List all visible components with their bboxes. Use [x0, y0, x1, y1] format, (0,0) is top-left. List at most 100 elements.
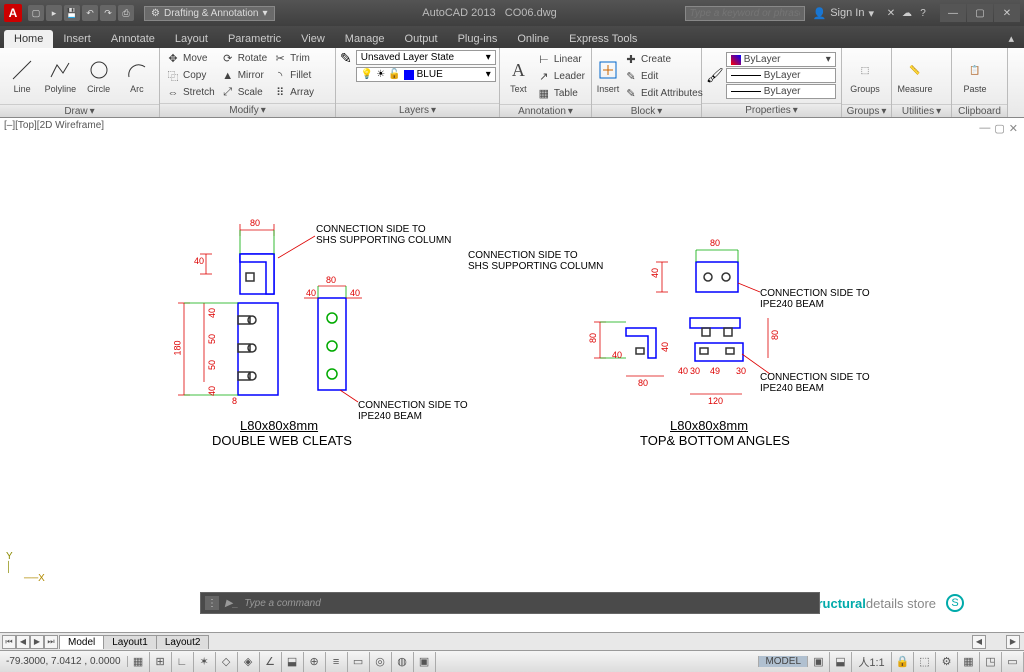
command-line[interactable]: ⋮ ▶_ Type a command: [200, 592, 820, 614]
tab-online[interactable]: Online: [507, 30, 559, 48]
trim-button[interactable]: ✂Trim: [271, 51, 316, 67]
measure-button[interactable]: 📏Measure: [896, 50, 934, 102]
edit-attr-icon: ✎: [624, 86, 638, 100]
layout-nav: ⏮ ◀ ▶ ⏭: [2, 635, 58, 649]
tab-plugins[interactable]: Plug-ins: [448, 30, 508, 48]
color-dropdown[interactable]: ByLayer▾: [726, 52, 836, 67]
tab-annotate[interactable]: Annotate: [101, 30, 165, 48]
tab-layout[interactable]: Layout: [165, 30, 218, 48]
tab-output[interactable]: Output: [395, 30, 448, 48]
qat-redo-icon[interactable]: ↷: [100, 5, 116, 21]
leader-button[interactable]: ↗Leader: [535, 68, 587, 84]
help-search-input[interactable]: [685, 6, 805, 21]
layer-dropdown[interactable]: 💡☀🔓BLUE▾: [356, 67, 496, 82]
fillet-button[interactable]: ◝Fillet: [271, 68, 316, 84]
edit-attributes-button[interactable]: ✎Edit Attributes: [622, 85, 705, 101]
qat-open-icon[interactable]: ▸: [46, 5, 62, 21]
tab-manage[interactable]: Manage: [335, 30, 395, 48]
qat-save-icon[interactable]: 💾: [64, 5, 80, 21]
nav-next-icon[interactable]: ▶: [30, 635, 44, 649]
match-properties-icon[interactable]: 🖌: [706, 67, 724, 84]
workspace-label: Drafting & Annotation: [164, 8, 259, 19]
table-button[interactable]: ▦Table: [535, 85, 587, 101]
layer-state-dropdown[interactable]: Unsaved Layer State▾: [356, 50, 496, 65]
edit-icon: ✎: [624, 69, 638, 83]
dim-text: 40: [207, 308, 217, 318]
app-logo[interactable]: A: [4, 4, 22, 22]
copy-button[interactable]: ⿻Copy: [164, 68, 217, 84]
group-button[interactable]: ⬚Groups: [846, 50, 884, 102]
close-button[interactable]: ✕: [994, 4, 1020, 22]
create-block-button[interactable]: ✚Create: [622, 51, 705, 67]
move-button[interactable]: ✥Move: [164, 51, 217, 67]
array-button[interactable]: ⠿Array: [271, 85, 316, 101]
insert-button[interactable]: Insert: [596, 50, 620, 102]
text-button[interactable]: AText: [504, 50, 533, 102]
maximize-button[interactable]: ▢: [967, 4, 993, 22]
tab-express[interactable]: Express Tools: [559, 30, 647, 48]
panel-title-layers[interactable]: Layers ▾: [336, 103, 499, 117]
dim-text: 80: [588, 333, 598, 343]
tab-home[interactable]: Home: [4, 30, 53, 48]
help-icon[interactable]: ?: [916, 6, 930, 20]
nav-last-icon[interactable]: ⏭: [44, 635, 58, 649]
rotate-icon: ⟳: [221, 52, 235, 66]
circle-button[interactable]: Circle: [81, 50, 117, 102]
note-text: CONNECTION SIDE TOSHS SUPPORTING COLUMN: [468, 250, 603, 272]
panel-modify: ✥Move ⿻Copy ⇔Stretch ⟳Rotate ▲Mirror ⤢Sc…: [160, 48, 336, 117]
ribbon-tab-strip: Home Insert Annotate Layout Parametric V…: [0, 26, 1024, 48]
rotate-button[interactable]: ⟳Rotate: [219, 51, 269, 67]
dim-text: 80: [638, 378, 648, 388]
hscroll-right-icon[interactable]: ▶: [1006, 635, 1020, 649]
hscroll-left-icon[interactable]: ◀: [972, 635, 986, 649]
edit-block-button[interactable]: ✎Edit: [622, 68, 705, 84]
panel-title-draw[interactable]: Draw ▾: [0, 104, 159, 117]
qat-undo-icon[interactable]: ↶: [82, 5, 98, 21]
watermark-icon: S: [946, 594, 964, 612]
panel-title-properties[interactable]: Properties ▾: [702, 103, 841, 117]
panel-title-groups[interactable]: Groups ▾: [842, 104, 891, 117]
qat-new-icon[interactable]: ▢: [28, 5, 44, 21]
ribbon-minimize-icon[interactable]: ▴: [998, 29, 1024, 48]
panel-title-annotation[interactable]: Annotation ▾: [500, 104, 591, 117]
stretch-button[interactable]: ⇔Stretch: [164, 85, 217, 101]
exchange-icon[interactable]: ✕: [884, 6, 898, 20]
command-handle-icon[interactable]: ⋮: [205, 596, 219, 610]
mirror-button[interactable]: ▲Mirror: [219, 68, 269, 84]
signin-button[interactable]: 👤 Sign In ▾: [813, 7, 874, 20]
line-button[interactable]: Line: [4, 50, 40, 102]
paste-button[interactable]: 📋Paste: [956, 50, 994, 102]
tab-view[interactable]: View: [291, 30, 335, 48]
panel-title-modify[interactable]: Modify ▾: [160, 103, 335, 117]
panel-title-block[interactable]: Block ▾: [592, 104, 701, 117]
tab-parametric[interactable]: Parametric: [218, 30, 291, 48]
dim-text: 8: [232, 396, 237, 406]
dim-text: 40: [194, 256, 204, 266]
cloud-icon[interactable]: ☁: [900, 6, 914, 20]
tab-layout2[interactable]: Layout2: [156, 635, 210, 649]
scale-button[interactable]: ⤢Scale: [219, 85, 269, 101]
drawing-canvas[interactable]: [–][Top][2D Wireframe] — ▢ ✕: [0, 118, 1024, 632]
nav-first-icon[interactable]: ⏮: [2, 635, 16, 649]
dim-text: 30: [690, 366, 700, 376]
tab-layout1[interactable]: Layout1: [103, 635, 157, 649]
tab-insert[interactable]: Insert: [53, 30, 101, 48]
layer-properties-icon[interactable]: ✎: [340, 50, 352, 82]
tab-model[interactable]: Model: [59, 635, 104, 649]
linear-icon: ⊢: [537, 52, 551, 66]
panel-title-utilities[interactable]: Utilities ▾: [892, 104, 951, 117]
lineweight-dropdown[interactable]: ByLayer: [726, 68, 836, 83]
nav-prev-icon[interactable]: ◀: [16, 635, 30, 649]
qat-print-icon[interactable]: ⎙: [118, 5, 134, 21]
linetype-dropdown[interactable]: ByLayer: [726, 84, 836, 99]
drawing-title: DOUBLE WEB CLEATS: [212, 433, 352, 448]
note-text: CONNECTION SIDE TOIPE240 BEAM: [358, 400, 468, 422]
workspace-dropdown[interactable]: ⚙ Drafting & Annotation ▾: [144, 6, 275, 21]
minimize-button[interactable]: —: [940, 4, 966, 22]
info-exchange-icons: ✕ ☁ ?: [884, 6, 930, 20]
arc-button[interactable]: Arc: [119, 50, 155, 102]
dim-text: 50: [207, 360, 217, 370]
polyline-button[interactable]: Polyline: [42, 50, 78, 102]
linear-dim-button[interactable]: ⊢Linear: [535, 51, 587, 67]
scale-icon: ⤢: [221, 86, 235, 100]
